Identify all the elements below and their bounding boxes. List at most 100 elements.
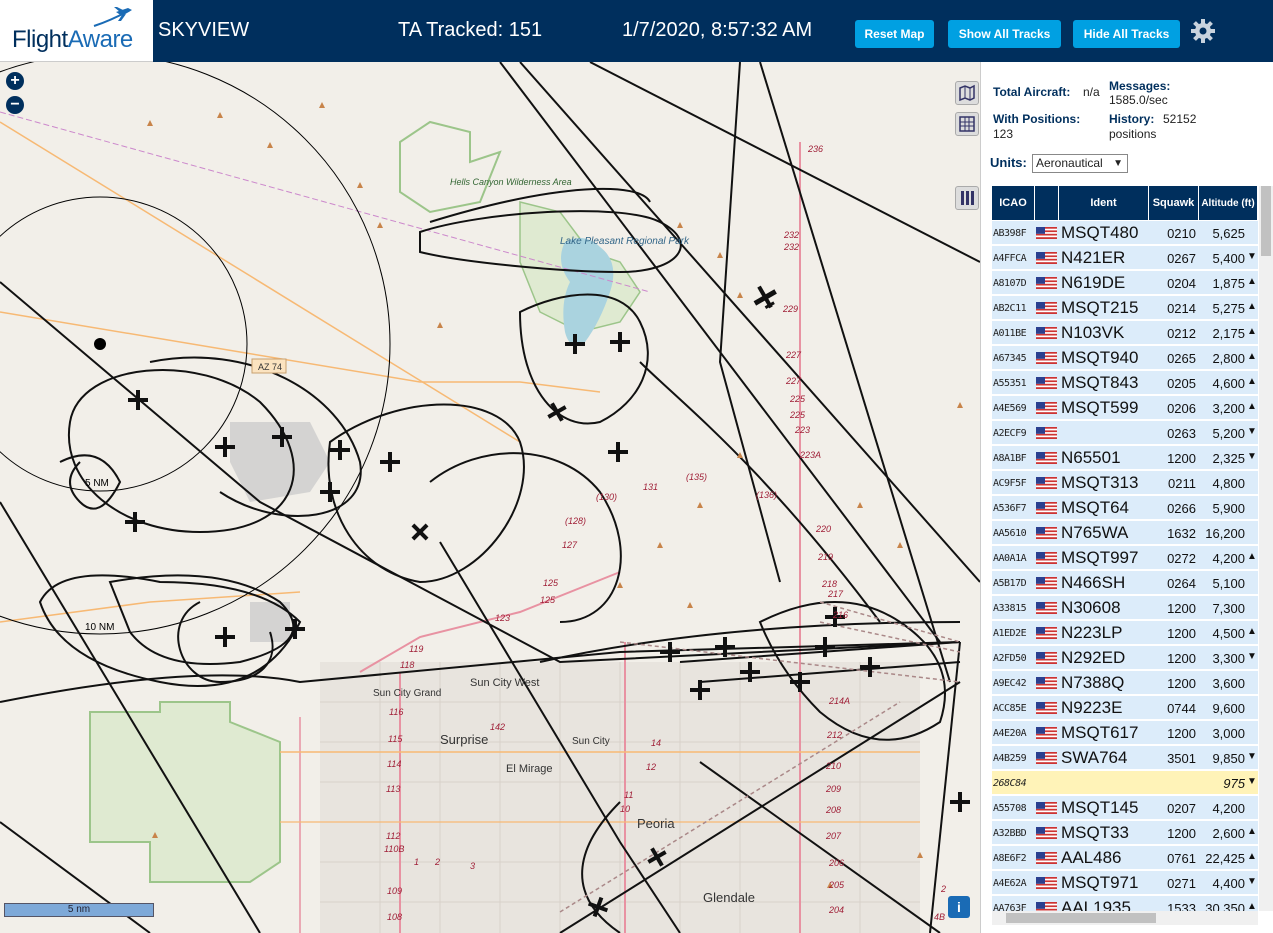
road-number-label: 216: [832, 610, 848, 620]
table-row[interactable]: A9EC42 N7388Q 1200 3,600: [992, 671, 1258, 695]
table-row[interactable]: A4E569 MSQT599 0206 3,200 ▲: [992, 396, 1258, 420]
road-number-label: 223: [794, 425, 810, 435]
col-squawk-header[interactable]: Squawk: [1149, 186, 1199, 220]
ident-cell: N466SH: [1061, 573, 1126, 592]
table-row[interactable]: A4E20A MSQT617 1200 3,000: [992, 721, 1258, 745]
ident-cell: N223LP: [1061, 623, 1123, 642]
total-aircraft-value: n/a: [1083, 85, 1100, 99]
altitude-cell: 975: [1223, 776, 1245, 791]
gear-icon[interactable]: [1190, 18, 1216, 44]
altitude-cell: 1,875: [1212, 276, 1245, 291]
table-row[interactable]: ACC85E N9223E 0744 9,600: [992, 696, 1258, 720]
map-view[interactable]: 5 NM 10 NM Hells Canyon Wilderness Area …: [0, 62, 980, 933]
us-flag-icon: [1036, 702, 1057, 714]
col-altitude-header[interactable]: Altitude (ft): [1199, 186, 1258, 220]
road-number-label: (136): [756, 490, 777, 500]
table-row[interactable]: A8E6F2 AAL486 0761 22,425 ▲: [992, 846, 1258, 870]
road-number-label: 112: [386, 831, 400, 841]
squawk-cell: 0263: [1167, 426, 1196, 441]
road-number-label: 207: [825, 831, 842, 841]
table-row[interactable]: AB398F MSQT480 0210 5,625: [992, 221, 1258, 245]
table-row[interactable]: A5B17D N466SH 0264 5,100: [992, 571, 1258, 595]
us-flag-icon: [1036, 902, 1057, 911]
road-number-label: 125: [543, 578, 559, 588]
altitude-cell: 5,400: [1212, 251, 1245, 266]
vertical-scrollbar[interactable]: [1259, 186, 1273, 911]
table-row[interactable]: AC9F5F MSQT313 0211 4,800: [992, 471, 1258, 495]
show-all-tracks-button[interactable]: Show All Tracks: [948, 20, 1061, 48]
zoom-in-button[interactable]: +: [6, 72, 24, 90]
flightaware-logo[interactable]: FlightAware: [0, 0, 153, 62]
road-number-label: 212: [826, 730, 842, 740]
map-canvas[interactable]: 5 NM 10 NM Hells Canyon Wilderness Area …: [0, 62, 980, 933]
table-row[interactable]: A4B259 SWA764 3501 9,850 ▼: [992, 746, 1258, 770]
table-row[interactable]: A4E62A MSQT971 0271 4,400 ▼: [992, 871, 1258, 895]
table-row[interactable]: A67345 MSQT940 0265 2,800 ▲: [992, 346, 1258, 370]
zoom-out-button[interactable]: −: [6, 96, 24, 114]
table-row[interactable]: AB2C11 MSQT215 0214 5,275 ▲: [992, 296, 1258, 320]
road-number-label: 223A: [799, 450, 821, 460]
ident-cell: SWA764: [1061, 748, 1128, 767]
altitude-cell: 3,600: [1212, 676, 1245, 691]
scrollbar-thumb[interactable]: [1261, 186, 1271, 256]
col-flag-header[interactable]: [1035, 186, 1059, 220]
road-number-label: 12: [646, 762, 656, 772]
table-row[interactable]: A4FFCA N421ER 0267 5,400 ▼: [992, 246, 1258, 270]
table-row[interactable]: 268C84 975 ▼: [992, 771, 1258, 795]
route-shield: AZ 74: [258, 362, 282, 372]
table-row[interactable]: A1ED2E N223LP 1200 4,500 ▲: [992, 621, 1258, 645]
table-row[interactable]: A33815 N30608 1200 7,300: [992, 596, 1258, 620]
table-row[interactable]: A32BBD MSQT33 1200 2,600 ▲: [992, 821, 1258, 845]
table-row[interactable]: A8A1BF N65501 1200 2,325 ▼: [992, 446, 1258, 470]
squawk-cell: 0214: [1167, 301, 1196, 316]
reset-map-button[interactable]: Reset Map: [855, 20, 934, 48]
table-row[interactable]: AA5610 N765WA 1632 16,200: [992, 521, 1258, 545]
column-toggle-icon[interactable]: [955, 186, 979, 210]
place-label: Lake Pleasant Regional Park: [560, 236, 690, 247]
units-select[interactable]: Aeronautical ▼: [1032, 154, 1128, 173]
road-number-label: 116: [389, 707, 403, 717]
ident-cell: MSQT971: [1061, 873, 1139, 892]
table-row[interactable]: A2FD50 N292ED 1200 3,300 ▼: [992, 646, 1258, 670]
aircraft-table-header: ICAO Ident Squawk Altitude (ft): [992, 186, 1258, 220]
col-ident-header[interactable]: Ident: [1059, 186, 1149, 220]
squawk-cell: 0212: [1167, 326, 1196, 341]
table-row[interactable]: A55351 MSQT843 0205 4,600 ▲: [992, 371, 1258, 395]
road-number-label: 14: [651, 738, 661, 748]
table-row[interactable]: A011BE N103VK 0212 2,175 ▲: [992, 321, 1258, 345]
altitude-trend-icon: ▲: [1247, 301, 1257, 312]
horizontal-scrollbar[interactable]: [992, 911, 1258, 925]
altitude-cell: 2,175: [1212, 326, 1245, 341]
table-row[interactable]: A8107D N619DE 0204 1,875 ▲: [992, 271, 1258, 295]
table-row[interactable]: A55708 MSQT145 0207 4,200: [992, 796, 1258, 820]
squawk-cell: 0761: [1167, 851, 1196, 866]
icao-cell: A011BE: [993, 328, 1027, 339]
road-number-label: (135): [686, 472, 707, 482]
grid-toggle-icon[interactable]: [955, 112, 979, 136]
app-title: SKYVIEW: [158, 19, 250, 41]
road-number-label: 217: [827, 589, 844, 599]
us-flag-icon: [1036, 327, 1057, 339]
icao-cell: A33815: [993, 603, 1027, 614]
altitude-cell: 3,200: [1212, 401, 1245, 416]
table-row[interactable]: AA0A1A MSQT997 0272 4,200 ▲: [992, 546, 1258, 570]
altitude-trend-icon: ▲: [1247, 376, 1257, 387]
us-flag-icon: [1036, 577, 1057, 589]
road-number-label: 4B: [934, 912, 945, 922]
us-flag-icon: [1036, 477, 1057, 489]
us-flag-icon: [1036, 827, 1057, 839]
hide-all-tracks-button[interactable]: Hide All Tracks: [1073, 20, 1180, 48]
squawk-cell: 0264: [1167, 576, 1196, 591]
map-layers-icon[interactable]: [955, 81, 979, 105]
table-row[interactable]: A2ECF9 0263 5,200 ▼: [992, 421, 1258, 445]
scrollbar-thumb[interactable]: [1006, 913, 1156, 923]
table-row[interactable]: AA763F AAL1935 1533 30,350 ▲: [992, 896, 1258, 911]
col-icao-header[interactable]: ICAO: [992, 186, 1035, 220]
road-number-label: 227: [785, 376, 802, 386]
road-number-label: 110B: [384, 844, 404, 854]
ident-cell: N30608: [1061, 598, 1121, 617]
info-icon[interactable]: i: [948, 896, 970, 918]
road-number-label: 109: [387, 886, 402, 896]
table-row[interactable]: A536F7 MSQT64 0266 5,900: [992, 496, 1258, 520]
icao-cell: A5B17D: [993, 578, 1027, 589]
